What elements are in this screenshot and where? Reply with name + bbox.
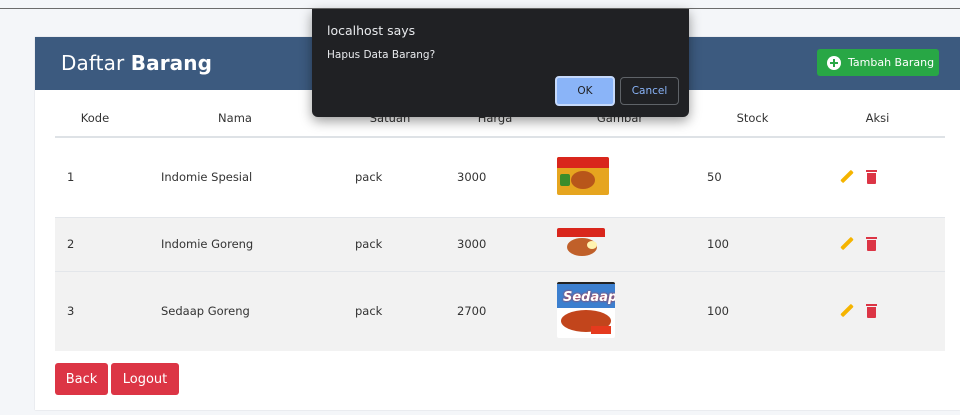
page-title-bold: Barang [130, 51, 213, 75]
cell-gambar: Sedaap [545, 270, 695, 351]
dialog-message: Hapus Data Barang? [327, 49, 436, 61]
trash-icon[interactable] [866, 170, 877, 185]
confirm-dialog: localhost says Hapus Data Barang? OK Can… [312, 9, 689, 117]
cell-harga: 3000 [445, 136, 545, 217]
cell-satuan: pack [335, 216, 445, 271]
column-header-stock: Stock [695, 99, 810, 138]
cell-nama: Indomie Spesial [135, 136, 335, 217]
cell-satuan: pack [335, 136, 445, 217]
product-table: Kode Nama Satuan Harga Gambar Stock Aksi… [55, 99, 945, 351]
edit-icon[interactable] [840, 170, 854, 184]
table-row: 2 Indomie Goreng pack 3000 100 [55, 216, 945, 271]
plus-circle-icon [827, 55, 841, 70]
cell-nama: Sedaap Goreng [135, 270, 335, 351]
product-image-sedaap-goreng: Sedaap [557, 281, 615, 338]
cell-satuan: pack [335, 270, 445, 351]
page-title: Daftar Barang [61, 51, 212, 75]
table-row: 3 Sedaap Goreng pack 2700 Sedaap 100 [55, 270, 945, 351]
edit-icon[interactable] [840, 304, 854, 318]
logout-button[interactable]: Logout [111, 363, 179, 395]
dialog-title: localhost says [327, 23, 416, 38]
column-header-kode: Kode [55, 99, 135, 138]
trash-icon[interactable] [866, 304, 877, 319]
edit-icon[interactable] [840, 237, 854, 251]
add-item-button-label: Tambah Barang [848, 56, 935, 69]
column-header-nama: Nama [135, 99, 335, 138]
cell-harga: 2700 [445, 270, 545, 351]
product-image-indomie-goreng [557, 227, 605, 258]
table-row: 1 Indomie Spesial pack 3000 50 [55, 136, 945, 217]
trash-icon[interactable] [866, 237, 877, 251]
back-button[interactable]: Back [55, 363, 108, 395]
cell-harga: 3000 [445, 216, 545, 271]
cell-stock: 100 [695, 270, 810, 351]
column-header-aksi: Aksi [810, 99, 945, 138]
cell-kode: 3 [55, 270, 135, 351]
ok-button[interactable]: OK [555, 76, 615, 106]
cell-nama: Indomie Goreng [135, 216, 335, 271]
cell-aksi [810, 216, 945, 271]
cell-stock: 100 [695, 216, 810, 271]
add-item-button[interactable]: Tambah Barang [817, 49, 939, 76]
cell-kode: 1 [55, 136, 135, 217]
cell-gambar [545, 136, 695, 217]
cancel-button[interactable]: Cancel [620, 77, 679, 105]
sedaap-logo-text: Sedaap [563, 289, 615, 305]
cell-stock: 50 [695, 136, 810, 217]
product-image-indomie-spesial [557, 156, 609, 195]
cell-aksi [810, 136, 945, 217]
cell-aksi [810, 270, 945, 351]
page-title-light: Daftar [61, 51, 125, 75]
cell-kode: 2 [55, 216, 135, 271]
cell-gambar [545, 216, 695, 271]
